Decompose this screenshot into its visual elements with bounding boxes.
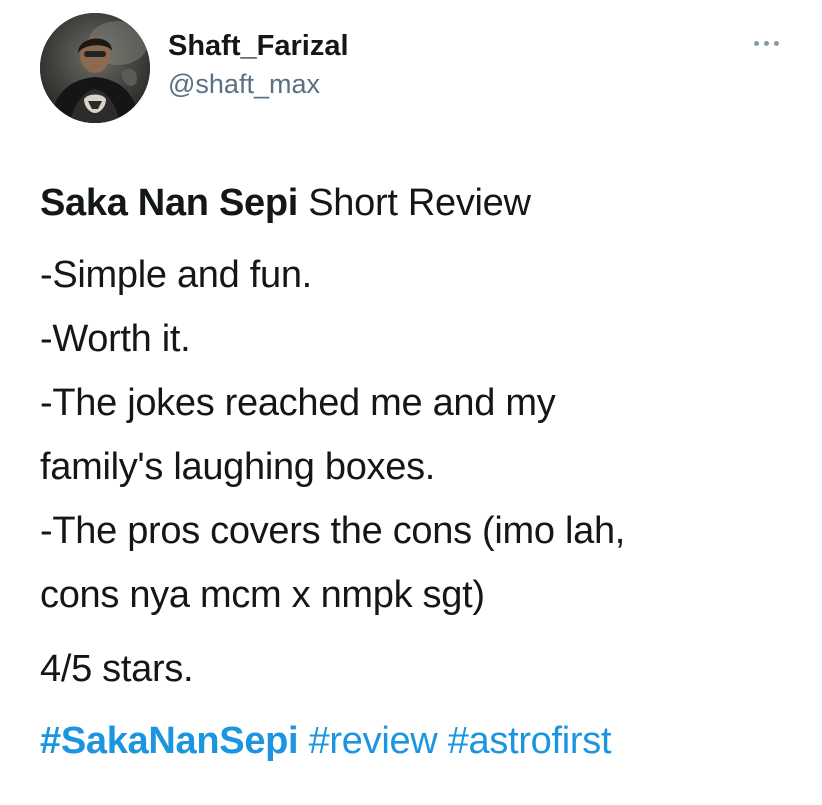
review-line: -The jokes reached me and my — [40, 382, 556, 424]
tweet-header: Shaft_Farizal @shaft_max — [40, 13, 782, 123]
review-line: cons nya mcm x nmpk sgt) — [40, 574, 485, 616]
display-name[interactable]: Shaft_Farizal — [168, 29, 349, 63]
hashtags: #SakaNanSepi #review #astrofirst — [40, 709, 800, 773]
tweet-body: Saka Nan Sepi Short Review -Simple and f… — [40, 171, 800, 773]
more-options-icon[interactable] — [752, 39, 782, 49]
review-line: family's laughing boxes. — [40, 446, 436, 488]
review-line: -Worth it. — [40, 318, 191, 360]
avatar-image — [40, 13, 150, 123]
user-names: Shaft_Farizal @shaft_max — [168, 29, 349, 101]
review-lines: -Simple and fun. -Worth it. -The jokes r… — [40, 243, 800, 627]
user-handle[interactable]: @shaft_max — [168, 67, 349, 101]
review-title-suffix: Short Review — [298, 182, 531, 224]
movie-title: Saka Nan Sepi — [40, 182, 298, 224]
hashtag-sakanansepi[interactable]: #SakaNanSepi — [40, 720, 299, 762]
rating-text: 4/5 stars. — [40, 648, 194, 690]
hashtag-review[interactable]: #review — [309, 720, 438, 762]
tweet-card: Shaft_Farizal @shaft_max Saka Nan Sepi S… — [0, 0, 822, 805]
review-title: Saka Nan Sepi Short Review — [40, 171, 800, 235]
avatar[interactable] — [40, 13, 150, 123]
review-line: -The pros covers the cons (imo lah, — [40, 510, 626, 552]
review-line: -Simple and fun. — [40, 254, 312, 296]
hashtag-astrofirst[interactable]: #astrofirst — [448, 720, 612, 762]
